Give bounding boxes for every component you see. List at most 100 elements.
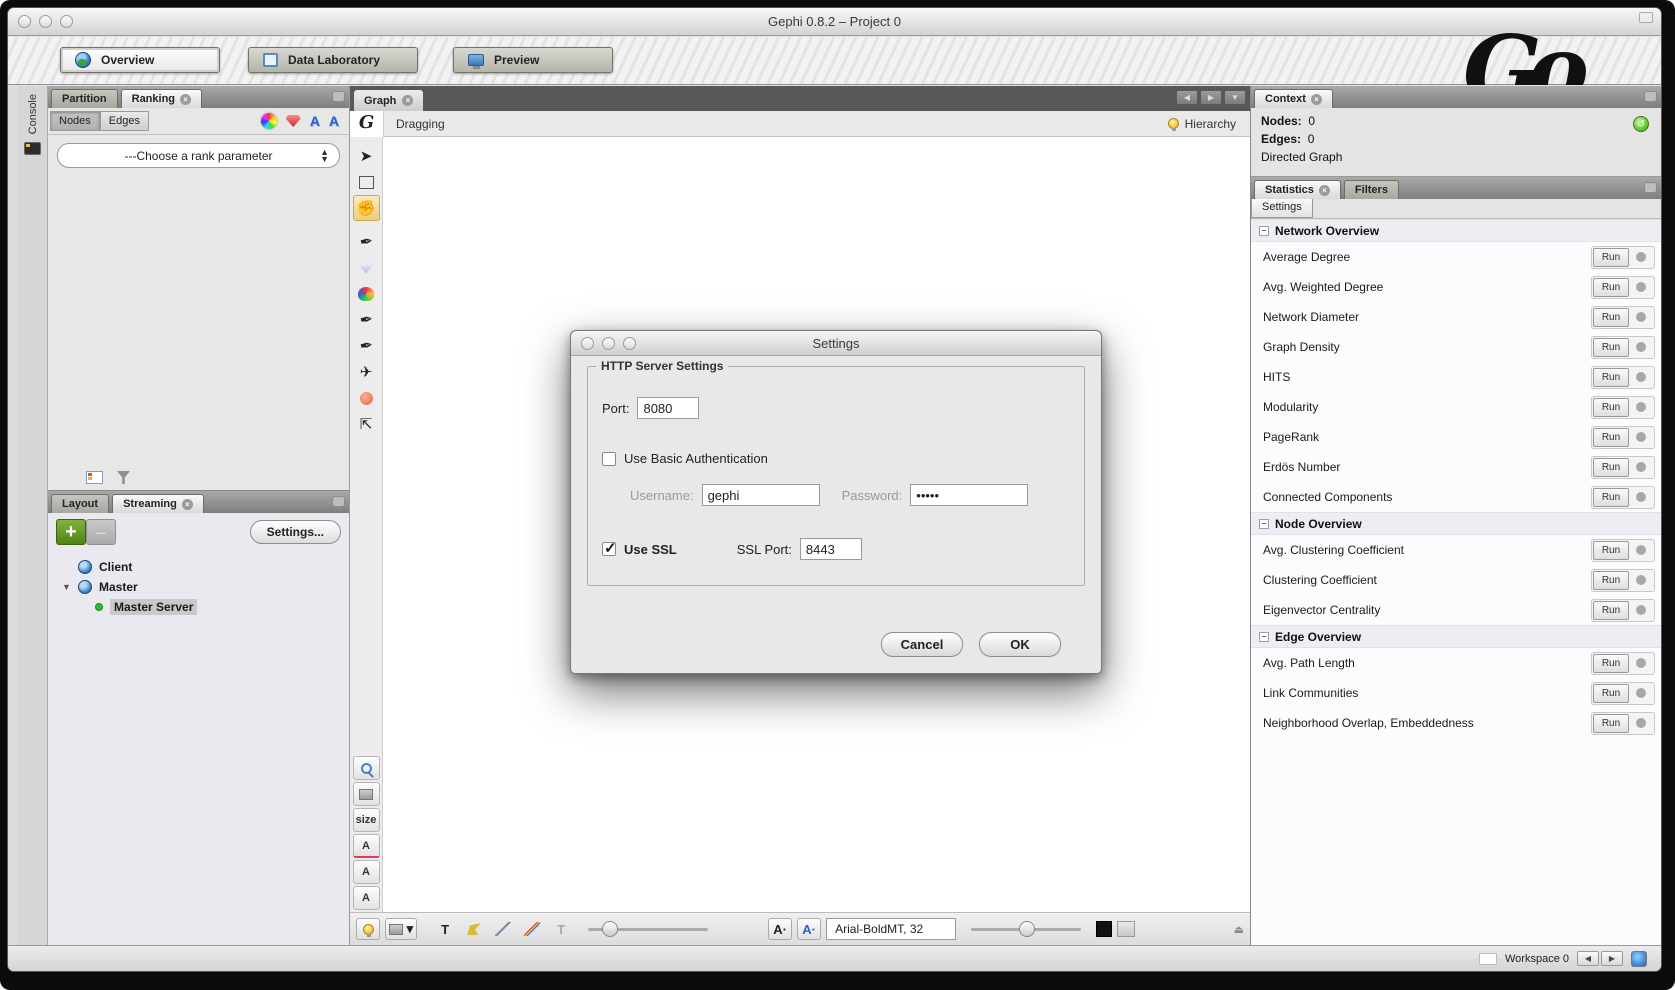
tab-settings-sub[interactable]: Settings (1251, 199, 1313, 218)
label-color-swatch[interactable] (1096, 921, 1112, 937)
reset-label-colors-button[interactable]: A (353, 834, 380, 858)
port-input[interactable] (637, 397, 699, 419)
run-button[interactable]: Run (1593, 541, 1629, 560)
console-terminal-icon[interactable] (24, 142, 41, 155)
expander-icon[interactable]: ▼ (62, 582, 71, 592)
section-edge-overview[interactable]: − Edge Overview (1251, 625, 1661, 648)
node-labels-toggle[interactable]: T (433, 918, 457, 940)
ssl-port-input[interactable] (800, 538, 862, 560)
run-button[interactable]: Run (1593, 278, 1629, 297)
sizer-tool[interactable] (353, 255, 380, 281)
minimize-panel-icon[interactable] (1644, 91, 1657, 102)
stream-settings-button[interactable]: Settings... (250, 520, 341, 544)
report-dot-icon[interactable] (1636, 688, 1646, 698)
username-input[interactable] (702, 484, 820, 506)
attributes-settings-icon[interactable] (1117, 921, 1135, 937)
color-ranking-icon[interactable] (261, 113, 277, 129)
password-input[interactable] (910, 484, 1028, 506)
statistics-tab-close-icon[interactable]: × (1319, 185, 1330, 196)
node-font-button[interactable]: A· (768, 918, 792, 940)
overview-tab-button[interactable]: Overview (60, 47, 220, 73)
report-dot-icon[interactable] (1636, 312, 1646, 322)
tree-item-master[interactable]: ▼ Master (62, 577, 349, 597)
tab-ranking[interactable]: Ranking × (121, 89, 202, 108)
report-dot-icon[interactable] (1636, 402, 1646, 412)
report-dot-icon[interactable] (1636, 432, 1646, 442)
graph-tab-close-icon[interactable]: × (402, 95, 413, 106)
tree-item-master-server[interactable]: Master Server (92, 597, 349, 617)
collapse-icon[interactable]: − (1259, 519, 1269, 529)
edge-weight-slider[interactable] (588, 928, 708, 931)
section-network-overview[interactable]: − Network Overview (1251, 219, 1661, 242)
use-ssl-checkbox[interactable] (602, 542, 616, 556)
report-dot-icon[interactable] (1636, 492, 1646, 502)
hierarchy-toggle[interactable]: Hierarchy (1168, 117, 1236, 131)
restore-window-icon[interactable] (1639, 12, 1653, 23)
report-dot-icon[interactable] (1636, 462, 1646, 472)
workspace-next-button[interactable]: ▶ (1601, 951, 1623, 966)
brush-tool[interactable] (353, 281, 380, 307)
run-button[interactable]: Run (1593, 458, 1629, 477)
run-button[interactable]: Run (1593, 398, 1629, 417)
drag-tool[interactable]: ✊ (353, 195, 380, 221)
edge-pencil-tool[interactable]: ✒ (351, 331, 381, 361)
tab-graph[interactable]: Graph × (354, 90, 423, 111)
edge-color-toggle[interactable] (520, 918, 544, 940)
run-button[interactable]: Run (1593, 714, 1629, 733)
tab-list-dropdown-icon[interactable]: ▼ (1224, 90, 1246, 105)
label-color-ranking-icon[interactable]: A (310, 113, 320, 129)
run-button[interactable]: Run (1593, 428, 1629, 447)
report-dot-icon[interactable] (1636, 282, 1646, 292)
collapse-icon[interactable]: − (1259, 632, 1269, 642)
tab-statistics[interactable]: Statistics × (1254, 180, 1341, 199)
workspace-prev-button[interactable]: ◀ (1577, 951, 1599, 966)
direct-selection-tool[interactable]: ➤ (353, 143, 380, 169)
data-laboratory-tab-button[interactable]: Data Laboratory (248, 47, 418, 73)
tab-streaming[interactable]: Streaming × (112, 494, 204, 513)
background-toggle-button[interactable] (356, 918, 380, 940)
reset-label-visible-button[interactable]: A (353, 860, 380, 884)
node-pencil-tool[interactable]: ✒ (351, 305, 381, 335)
report-dot-icon[interactable] (1636, 718, 1646, 728)
edge-font-button[interactable]: A· (797, 918, 821, 940)
tab-scroll-left-icon[interactable]: ◀ (1176, 90, 1198, 105)
report-dot-icon[interactable] (1636, 658, 1646, 668)
screenshot-dropdown-button[interactable]: ▾ (385, 918, 417, 940)
run-button[interactable]: Run (1593, 488, 1629, 507)
edge-labels-toggle[interactable] (462, 918, 486, 940)
console-strip[interactable]: Console (18, 86, 48, 945)
context-tab-close-icon[interactable]: × (1311, 94, 1322, 105)
label-size-ranking-icon[interactable]: A (329, 113, 339, 129)
run-button[interactable]: Run (1593, 248, 1629, 267)
edges-button[interactable]: Edges (100, 111, 149, 131)
reset-sizes-button[interactable]: size (353, 808, 380, 832)
rectangle-selection-tool[interactable] (353, 169, 380, 195)
report-dot-icon[interactable] (1636, 342, 1646, 352)
show-edges-toggle[interactable] (491, 918, 515, 940)
report-dot-icon[interactable] (1636, 545, 1646, 555)
label-size-slider[interactable] (971, 928, 1081, 931)
run-button[interactable]: Run (1593, 338, 1629, 357)
label-size-slider-thumb[interactable] (1019, 921, 1035, 937)
nodes-button[interactable]: Nodes (50, 111, 100, 131)
filter-icon[interactable] (117, 471, 130, 484)
text-size-mode-button[interactable]: T (549, 918, 573, 940)
font-field[interactable]: Arial-BoldMT, 32 (826, 918, 956, 940)
cancel-button[interactable]: Cancel (881, 632, 963, 657)
tab-context[interactable]: Context × (1254, 89, 1333, 108)
run-button[interactable]: Run (1593, 684, 1629, 703)
preview-tab-button[interactable]: Preview (453, 47, 613, 73)
reset-label-size-button[interactable]: A (353, 886, 380, 910)
tab-partition[interactable]: Partition (51, 89, 118, 108)
tab-scroll-right-icon[interactable]: ▶ (1200, 90, 1222, 105)
size-ranking-icon[interactable] (286, 115, 301, 127)
rank-parameter-select[interactable]: ---Choose a rank parameter ▲▼ (57, 143, 340, 168)
collapse-icon[interactable]: − (1259, 226, 1269, 236)
run-button[interactable]: Run (1593, 308, 1629, 327)
ranking-tab-close-icon[interactable]: × (180, 94, 191, 105)
basic-auth-checkbox[interactable] (602, 452, 616, 466)
run-button[interactable]: Run (1593, 601, 1629, 620)
background-color-button[interactable] (353, 782, 380, 806)
run-button[interactable]: Run (1593, 368, 1629, 387)
console-tab-label[interactable]: Console (27, 94, 39, 134)
